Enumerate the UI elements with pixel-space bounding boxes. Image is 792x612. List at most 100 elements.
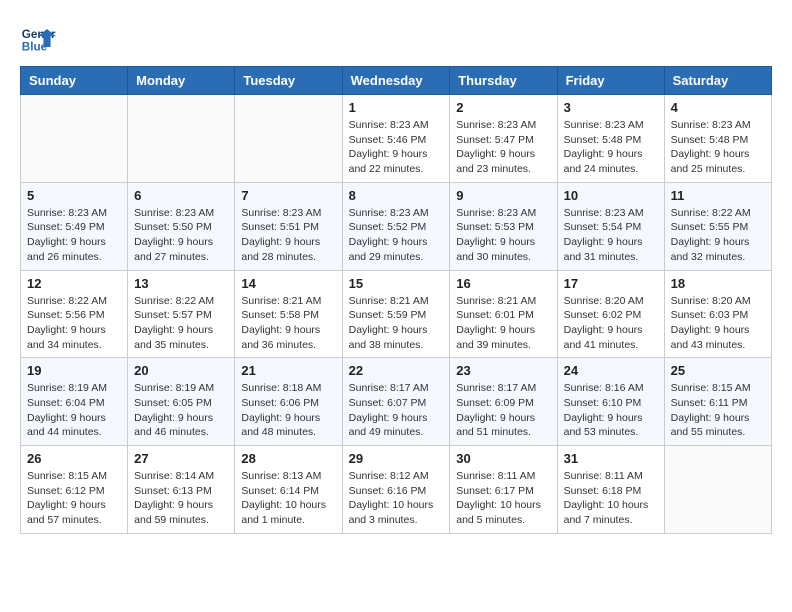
- day-info: Sunrise: 8:19 AM Sunset: 6:05 PM Dayligh…: [134, 381, 228, 440]
- calendar-cell: 2 Sunrise: 8:23 AM Sunset: 5:47 PM Daylig…: [450, 95, 557, 183]
- calendar-week-row: 12 Sunrise: 8:22 AM Sunset: 5:56 PM Dayli…: [21, 270, 772, 358]
- day-number: 2: [456, 100, 550, 115]
- day-number: 31: [564, 451, 658, 466]
- day-of-week-header: Thursday: [450, 67, 557, 95]
- day-info: Sunrise: 8:23 AM Sunset: 5:47 PM Dayligh…: [456, 118, 550, 177]
- day-number: 25: [671, 363, 765, 378]
- day-number: 9: [456, 188, 550, 203]
- day-of-week-header: Sunday: [21, 67, 128, 95]
- day-number: 4: [671, 100, 765, 115]
- day-info: Sunrise: 8:22 AM Sunset: 5:57 PM Dayligh…: [134, 294, 228, 353]
- day-info: Sunrise: 8:23 AM Sunset: 5:48 PM Dayligh…: [564, 118, 658, 177]
- day-info: Sunrise: 8:16 AM Sunset: 6:10 PM Dayligh…: [564, 381, 658, 440]
- day-of-week-header: Tuesday: [235, 67, 342, 95]
- day-info: Sunrise: 8:11 AM Sunset: 6:17 PM Dayligh…: [456, 469, 550, 528]
- calendar-cell: 23 Sunrise: 8:17 AM Sunset: 6:09 PM Dayli…: [450, 358, 557, 446]
- calendar-cell: 27Sunrise: 8:14 AM Sunset: 6:13 PM Dayli…: [128, 446, 235, 534]
- day-info: Sunrise: 8:17 AM Sunset: 6:07 PM Dayligh…: [349, 381, 444, 440]
- calendar-cell: 3 Sunrise: 8:23 AM Sunset: 5:48 PM Daylig…: [557, 95, 664, 183]
- calendar-cell: 7 Sunrise: 8:23 AM Sunset: 5:51 PM Daylig…: [235, 182, 342, 270]
- calendar-cell: [235, 95, 342, 183]
- day-info: Sunrise: 8:20 AM Sunset: 6:02 PM Dayligh…: [564, 294, 658, 353]
- calendar-cell: 29Sunrise: 8:12 AM Sunset: 6:16 PM Dayli…: [342, 446, 450, 534]
- calendar-week-row: 1 Sunrise: 8:23 AM Sunset: 5:46 PM Daylig…: [21, 95, 772, 183]
- calendar-cell: 17 Sunrise: 8:20 AM Sunset: 6:02 PM Dayli…: [557, 270, 664, 358]
- day-number: 20: [134, 363, 228, 378]
- day-info: Sunrise: 8:23 AM Sunset: 5:46 PM Dayligh…: [349, 118, 444, 177]
- calendar-cell: 13 Sunrise: 8:22 AM Sunset: 5:57 PM Dayli…: [128, 270, 235, 358]
- day-info: Sunrise: 8:23 AM Sunset: 5:48 PM Dayligh…: [671, 118, 765, 177]
- day-info: Sunrise: 8:22 AM Sunset: 5:56 PM Dayligh…: [27, 294, 121, 353]
- calendar-cell: 12 Sunrise: 8:22 AM Sunset: 5:56 PM Dayli…: [21, 270, 128, 358]
- day-info: Sunrise: 8:14 AM Sunset: 6:13 PM Dayligh…: [134, 469, 228, 528]
- calendar-cell: 1 Sunrise: 8:23 AM Sunset: 5:46 PM Daylig…: [342, 95, 450, 183]
- calendar-cell: 11 Sunrise: 8:22 AM Sunset: 5:55 PM Dayli…: [664, 182, 771, 270]
- calendar-cell: 22 Sunrise: 8:17 AM Sunset: 6:07 PM Dayli…: [342, 358, 450, 446]
- calendar-header-row: SundayMondayTuesdayWednesdayThursdayFrid…: [21, 67, 772, 95]
- day-info: Sunrise: 8:23 AM Sunset: 5:49 PM Dayligh…: [27, 206, 121, 265]
- day-info: Sunrise: 8:19 AM Sunset: 6:04 PM Dayligh…: [27, 381, 121, 440]
- day-number: 22: [349, 363, 444, 378]
- day-info: Sunrise: 8:23 AM Sunset: 5:54 PM Dayligh…: [564, 206, 658, 265]
- day-number: 1: [349, 100, 444, 115]
- day-number: 12: [27, 276, 121, 291]
- day-number: 15: [349, 276, 444, 291]
- day-number: 28: [241, 451, 335, 466]
- calendar-cell: 28 Sunrise: 8:13 AM Sunset: 6:14 PM Dayli…: [235, 446, 342, 534]
- calendar-cell: 20 Sunrise: 8:19 AM Sunset: 6:05 PM Dayli…: [128, 358, 235, 446]
- day-number: 26: [27, 451, 121, 466]
- day-number: 7: [241, 188, 335, 203]
- calendar-cell: 16Sunrise: 8:21 AM Sunset: 6:01 PM Dayli…: [450, 270, 557, 358]
- calendar-cell: 14 Sunrise: 8:21 AM Sunset: 5:58 PM Dayli…: [235, 270, 342, 358]
- calendar-cell: 9 Sunrise: 8:23 AM Sunset: 5:53 PM Daylig…: [450, 182, 557, 270]
- day-number: 19: [27, 363, 121, 378]
- day-info: Sunrise: 8:15 AM Sunset: 6:12 PM Dayligh…: [27, 469, 121, 528]
- day-info: Sunrise: 8:13 AM Sunset: 6:14 PM Dayligh…: [241, 469, 335, 528]
- day-number: 3: [564, 100, 658, 115]
- calendar-cell: 15 Sunrise: 8:21 AM Sunset: 5:59 PM Dayli…: [342, 270, 450, 358]
- day-number: 21: [241, 363, 335, 378]
- logo-icon: General Blue: [20, 20, 56, 56]
- page-header: General Blue: [20, 20, 772, 56]
- day-info: Sunrise: 8:23 AM Sunset: 5:51 PM Dayligh…: [241, 206, 335, 265]
- calendar-cell: 4 Sunrise: 8:23 AM Sunset: 5:48 PM Daylig…: [664, 95, 771, 183]
- day-info: Sunrise: 8:21 AM Sunset: 5:59 PM Dayligh…: [349, 294, 444, 353]
- day-number: 17: [564, 276, 658, 291]
- day-number: 24: [564, 363, 658, 378]
- calendar-cell: 30Sunrise: 8:11 AM Sunset: 6:17 PM Dayli…: [450, 446, 557, 534]
- day-info: Sunrise: 8:18 AM Sunset: 6:06 PM Dayligh…: [241, 381, 335, 440]
- day-info: Sunrise: 8:22 AM Sunset: 5:55 PM Dayligh…: [671, 206, 765, 265]
- day-number: 16: [456, 276, 550, 291]
- day-of-week-header: Friday: [557, 67, 664, 95]
- day-of-week-header: Monday: [128, 67, 235, 95]
- day-of-week-header: Wednesday: [342, 67, 450, 95]
- day-of-week-header: Saturday: [664, 67, 771, 95]
- day-info: Sunrise: 8:17 AM Sunset: 6:09 PM Dayligh…: [456, 381, 550, 440]
- day-number: 8: [349, 188, 444, 203]
- logo: General Blue: [20, 20, 56, 56]
- calendar-cell: 24 Sunrise: 8:16 AM Sunset: 6:10 PM Dayli…: [557, 358, 664, 446]
- day-number: 13: [134, 276, 228, 291]
- calendar-cell: [21, 95, 128, 183]
- day-number: 23: [456, 363, 550, 378]
- day-info: Sunrise: 8:23 AM Sunset: 5:53 PM Dayligh…: [456, 206, 550, 265]
- calendar-cell: 21 Sunrise: 8:18 AM Sunset: 6:06 PM Dayli…: [235, 358, 342, 446]
- calendar-cell: 31Sunrise: 8:11 AM Sunset: 6:18 PM Dayli…: [557, 446, 664, 534]
- calendar-cell: 6Sunrise: 8:23 AM Sunset: 5:50 PM Daylig…: [128, 182, 235, 270]
- day-number: 18: [671, 276, 765, 291]
- day-info: Sunrise: 8:21 AM Sunset: 5:58 PM Dayligh…: [241, 294, 335, 353]
- day-info: Sunrise: 8:23 AM Sunset: 5:50 PM Dayligh…: [134, 206, 228, 265]
- day-number: 5: [27, 188, 121, 203]
- calendar-week-row: 5 Sunrise: 8:23 AM Sunset: 5:49 PM Daylig…: [21, 182, 772, 270]
- calendar-cell: 19 Sunrise: 8:19 AM Sunset: 6:04 PM Dayli…: [21, 358, 128, 446]
- day-number: 14: [241, 276, 335, 291]
- calendar-cell: 25 Sunrise: 8:15 AM Sunset: 6:11 PM Dayli…: [664, 358, 771, 446]
- day-number: 29: [349, 451, 444, 466]
- calendar-week-row: 19 Sunrise: 8:19 AM Sunset: 6:04 PM Dayli…: [21, 358, 772, 446]
- calendar-cell: [128, 95, 235, 183]
- day-number: 11: [671, 188, 765, 203]
- day-info: Sunrise: 8:15 AM Sunset: 6:11 PM Dayligh…: [671, 381, 765, 440]
- calendar-cell: 10Sunrise: 8:23 AM Sunset: 5:54 PM Dayli…: [557, 182, 664, 270]
- calendar-cell: 18Sunrise: 8:20 AM Sunset: 6:03 PM Dayli…: [664, 270, 771, 358]
- calendar-cell: 8Sunrise: 8:23 AM Sunset: 5:52 PM Daylig…: [342, 182, 450, 270]
